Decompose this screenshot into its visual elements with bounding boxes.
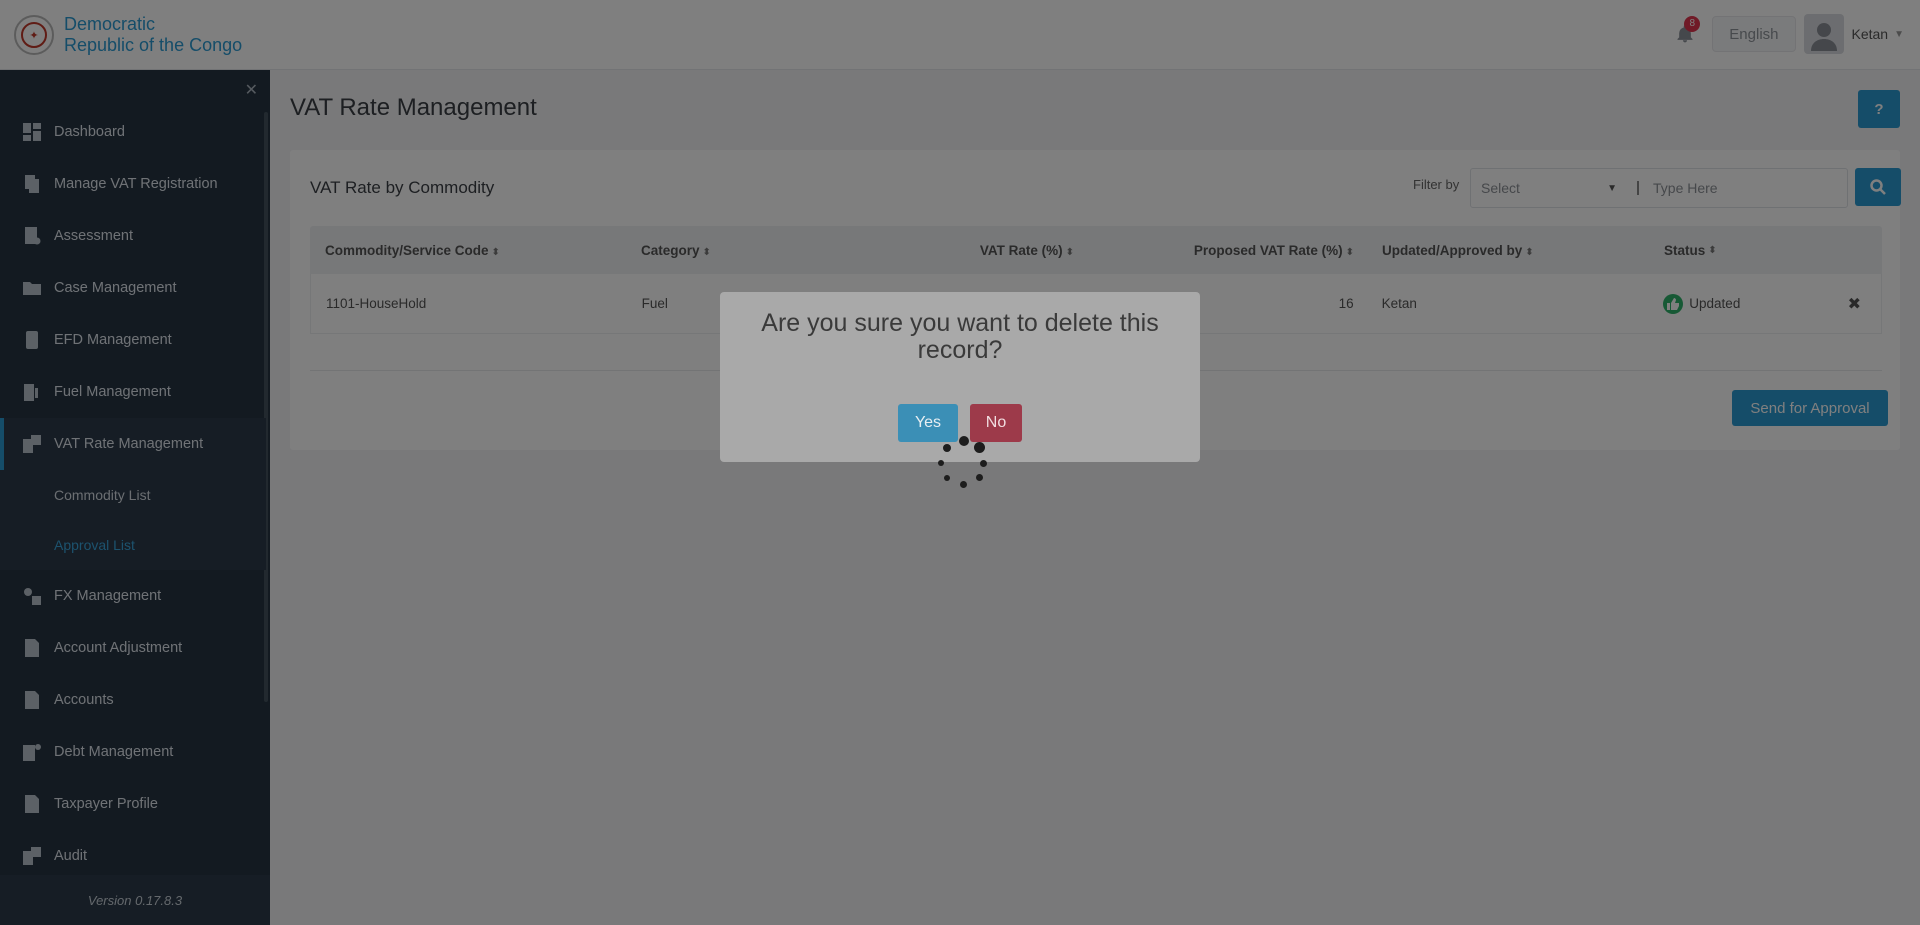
dialog-message: Are you sure you want to delete this rec… xyxy=(761,309,1159,364)
loading-spinner-icon xyxy=(936,436,988,488)
